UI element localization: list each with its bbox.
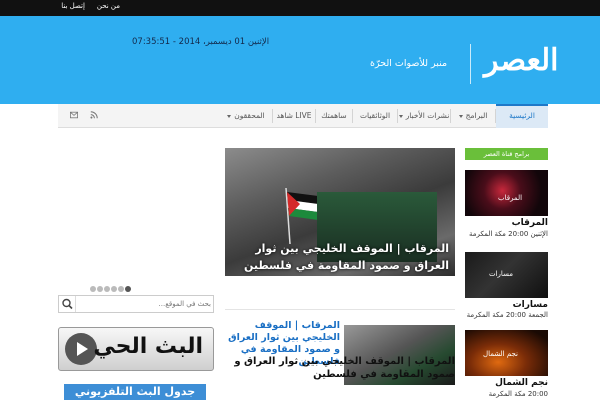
- chevron-down-icon: [398, 114, 403, 118]
- program-thumbnail[interactable]: مسارات: [465, 252, 548, 298]
- section-divider: [225, 309, 455, 310]
- slider-dot[interactable]: [90, 286, 96, 292]
- slider-dot[interactable]: [97, 286, 103, 292]
- live-stream-button[interactable]: البث الحي: [58, 327, 214, 371]
- nav-news[interactable]: نشرات الأخبار: [398, 104, 450, 128]
- slider-dot-active[interactable]: [125, 286, 131, 292]
- main-nav: المحققون شاهد LIVE ساهمتك الوثائقيات نشر…: [58, 104, 548, 128]
- search-button[interactable]: [59, 296, 76, 312]
- search-icon: [62, 298, 73, 310]
- program-thumbnail[interactable]: نجم الشمال: [465, 330, 548, 376]
- slider-dots: [90, 286, 131, 292]
- nav-contribution[interactable]: ساهمتك: [316, 104, 352, 128]
- program-time: 20:00 مكة المكرمة: [488, 390, 548, 398]
- play-icon: [65, 333, 97, 365]
- sidebar-title: برامج قناة العصر: [465, 148, 548, 160]
- program-name[interactable]: المرقاب: [465, 218, 548, 228]
- post-excerpt: المرقاب | الموقف الخليجي بين ثوار العراق…: [234, 356, 455, 380]
- program-time: الجمعة 20:00 مكة المكرمة: [466, 311, 548, 319]
- program-time: الإثنين 20:00 مكة المكرمة: [468, 230, 548, 238]
- top-links: من نحن إتصل بنا: [61, 2, 120, 10]
- mail-icon[interactable]: [70, 111, 78, 119]
- program-name[interactable]: مسارات: [465, 300, 548, 310]
- search-input[interactable]: [77, 298, 211, 310]
- nav-investigators[interactable]: المحققون: [220, 104, 272, 128]
- date-time: الإثنين 01 ديسمبر، 2014 - 07:35:51: [132, 37, 270, 47]
- program-overlay-title: المرقاب: [498, 194, 523, 202]
- program-name[interactable]: نجم الشمال: [465, 378, 548, 388]
- logo-divider: [470, 44, 471, 84]
- slide-caption[interactable]: المرقاب | الموقف الخليجي بين ثوار العراق…: [229, 240, 449, 274]
- palestine-flag-icon: [285, 187, 318, 245]
- site-header: الإثنين 01 ديسمبر، 2014 - 07:35:51 منبر …: [0, 16, 600, 104]
- slider-dot[interactable]: [111, 286, 117, 292]
- nav-home[interactable]: الرئيسية: [496, 104, 548, 128]
- program-overlay-title: مسارات: [489, 270, 514, 278]
- about-link[interactable]: من نحن: [97, 2, 120, 10]
- site-logo[interactable]: العصر: [484, 46, 559, 76]
- chevron-down-icon: [458, 114, 463, 118]
- program-overlay-title: نجم الشمال: [483, 350, 518, 358]
- chevron-down-icon: [227, 114, 232, 118]
- nav-watch-live[interactable]: شاهد LIVE: [273, 104, 315, 128]
- slider-dot[interactable]: [104, 286, 110, 292]
- slider-dot[interactable]: [118, 286, 124, 292]
- featured-slider[interactable]: المرقاب | الموقف الخليجي بين ثوار العراق…: [225, 148, 455, 276]
- top-bar: من نحن إتصل بنا: [0, 0, 600, 16]
- live-label: البث الحي: [93, 334, 203, 359]
- site-slogan: منبر للأصوات الحرّة: [370, 58, 448, 69]
- program-thumbnail[interactable]: المرقاب: [465, 170, 548, 216]
- rss-icon[interactable]: [90, 111, 98, 119]
- contact-link[interactable]: إتصل بنا: [61, 2, 85, 10]
- nav-documentaries[interactable]: الوثائقيات: [353, 104, 397, 128]
- search-box: [58, 295, 214, 313]
- tv-schedule-button[interactable]: جدول البث التلفزيوني: [64, 384, 206, 400]
- nav-programs[interactable]: البرامج: [451, 104, 495, 128]
